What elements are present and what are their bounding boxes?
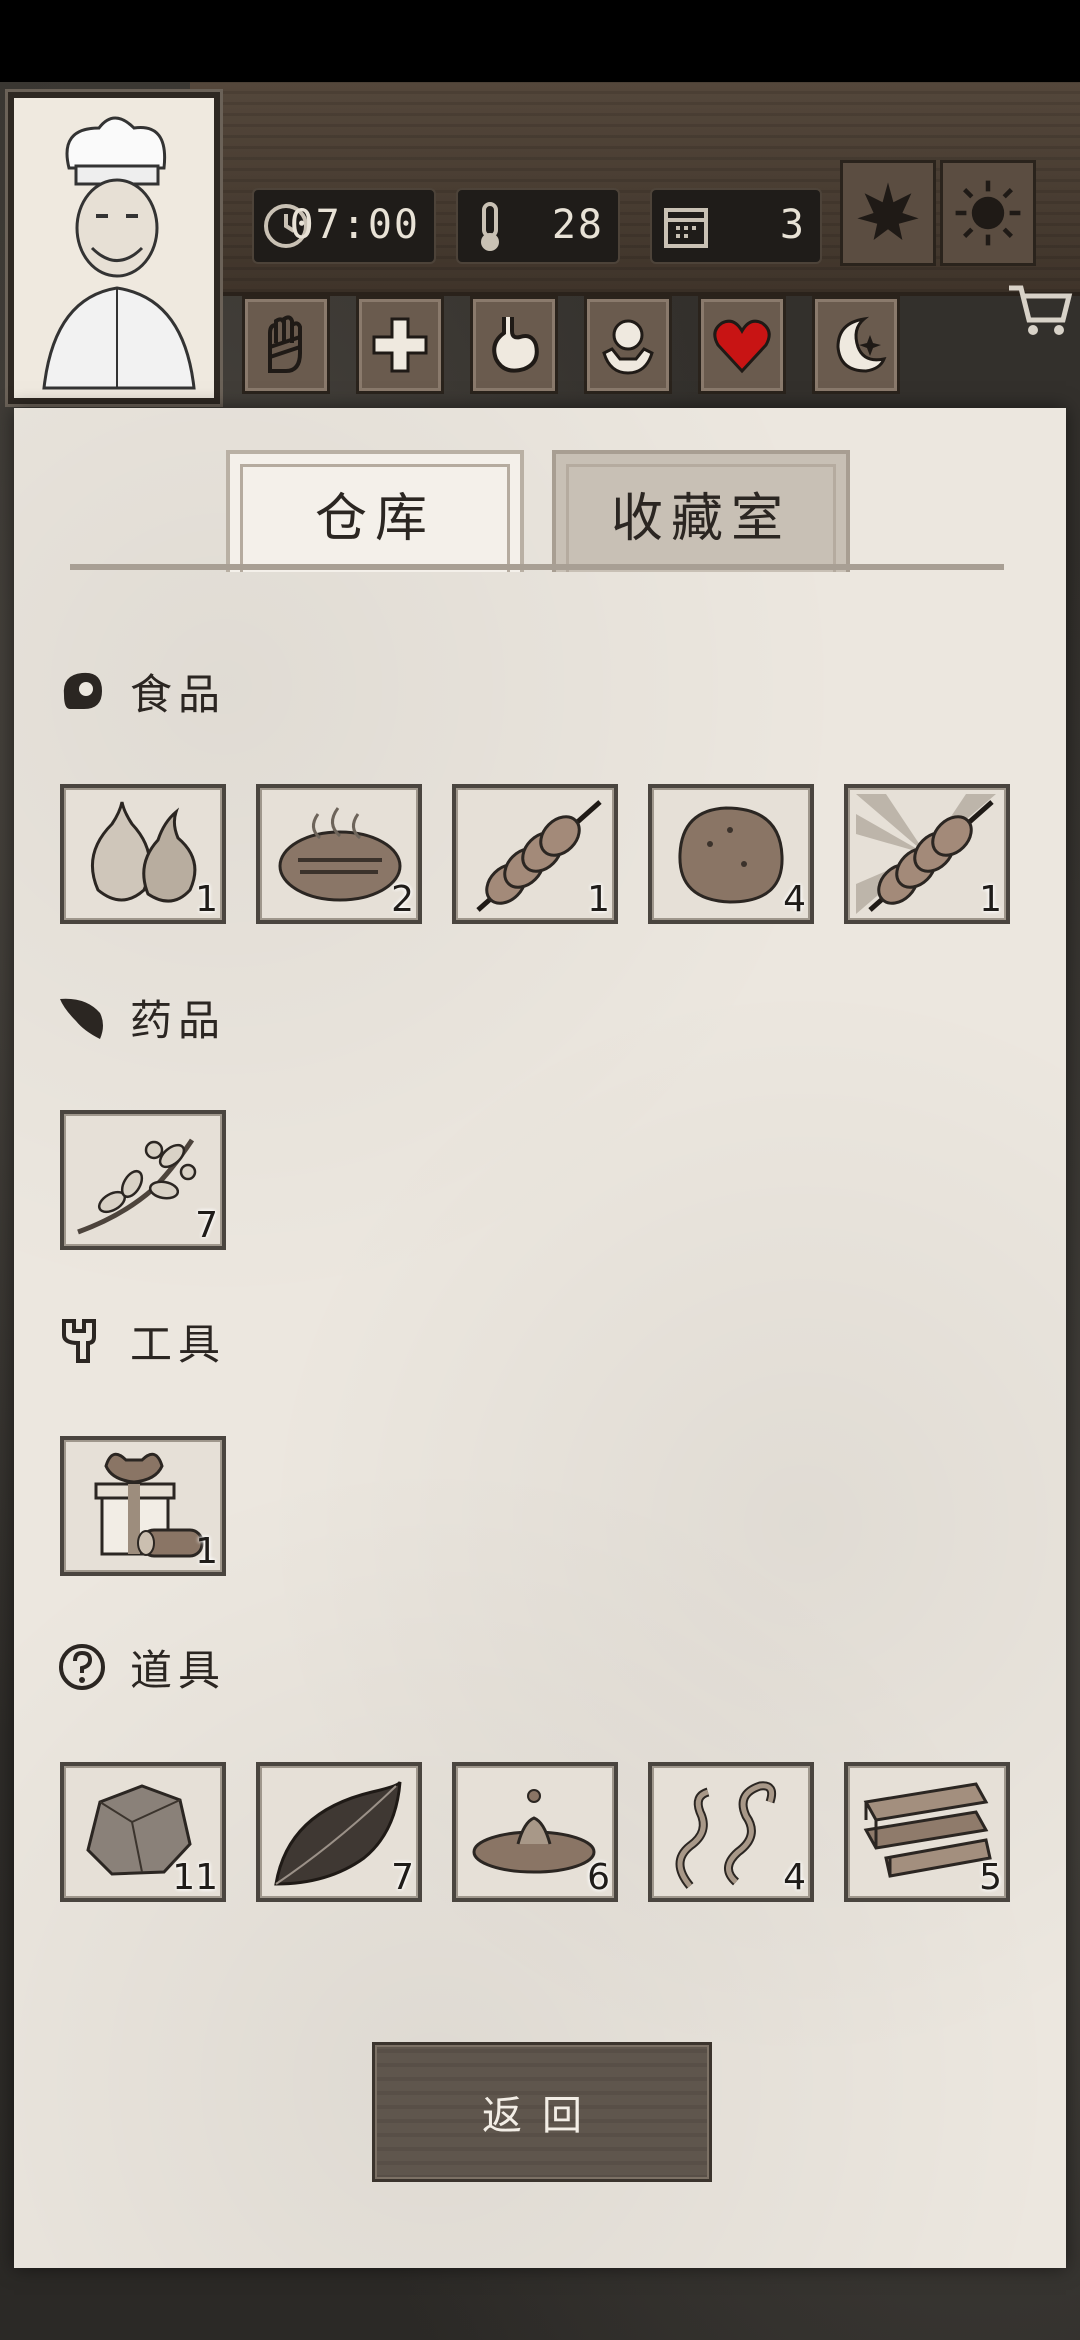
item-slot-herb[interactable]: 7	[60, 1110, 226, 1250]
item-count: 1	[979, 879, 1002, 920]
item-slot-skewer-special[interactable]: 1	[844, 784, 1010, 924]
section-medicine-header: 药品	[56, 982, 226, 1052]
meat-icon	[63, 672, 102, 709]
skewer-icon	[476, 800, 602, 912]
head-in-hand-icon	[602, 319, 654, 375]
day-display: 3	[650, 188, 822, 264]
back-button-label: 返回	[482, 2093, 602, 2139]
tab-collection[interactable]: 收藏室	[552, 450, 850, 572]
water-puddle-icon	[472, 1789, 596, 1874]
item-count: 2	[391, 879, 414, 920]
time-value: 07:00	[289, 202, 420, 248]
section-food-header: 食品	[56, 656, 226, 726]
item-slot-leaf[interactable]: 7	[256, 1762, 422, 1902]
status-health[interactable]	[356, 296, 444, 394]
system-status-bar	[0, 0, 1080, 82]
back-button[interactable]: 返回	[372, 2042, 712, 2182]
item-count: 5	[979, 1857, 1002, 1898]
heart-icon	[713, 319, 771, 374]
potato-icon	[678, 806, 784, 904]
item-count: 4	[783, 879, 806, 920]
item-slot-steak[interactable]: 2	[256, 784, 422, 924]
section-props-label: 道具	[130, 1645, 227, 1695]
onion-icon	[90, 801, 197, 903]
thermometer-icon	[481, 202, 499, 251]
maple-leaf-icon	[857, 182, 919, 240]
worms-icon	[675, 1781, 777, 1889]
section-tools-header: 工具	[56, 1306, 226, 1376]
tab-divider	[70, 564, 1004, 570]
temperature-display: 28	[456, 188, 620, 264]
item-slot-gift-box[interactable]: 1	[60, 1436, 226, 1576]
item-count: 1	[195, 1531, 218, 1572]
chef-portrait-icon	[42, 116, 196, 390]
question-circle-icon	[59, 1644, 105, 1690]
skewer-highlighted-icon	[856, 794, 996, 914]
herb-leaf-icon	[60, 998, 103, 1039]
section-food-label: 食品	[130, 669, 227, 719]
character-portrait[interactable]	[8, 92, 220, 404]
bandaged-hand-icon	[268, 315, 302, 373]
item-slot-water[interactable]: 6	[452, 1762, 618, 1902]
tab-frame	[566, 464, 836, 572]
calendar-icon	[664, 208, 708, 248]
gift-box-log-icon	[94, 1452, 204, 1558]
status-stomach[interactable]	[470, 296, 558, 394]
item-count: 1	[587, 879, 610, 920]
section-tools-label: 工具	[130, 1319, 227, 1369]
temperature-value: 28	[551, 202, 604, 248]
item-count: 6	[587, 1857, 610, 1898]
item-count: 7	[391, 1857, 414, 1898]
wrench-icon	[62, 1319, 96, 1363]
item-slot-stone[interactable]: 11	[60, 1762, 226, 1902]
item-count: 4	[783, 1857, 806, 1898]
day-value: 3	[779, 202, 806, 248]
item-count: 1	[195, 879, 218, 920]
status-bandage[interactable]	[242, 296, 330, 394]
weather-indicator[interactable]	[940, 160, 1036, 266]
grilled-steak-icon	[278, 807, 402, 902]
moon-star-icon	[836, 316, 887, 373]
time-display: 07:00	[252, 188, 436, 264]
status-sleep[interactable]	[812, 296, 900, 394]
item-slot-worms[interactable]: 4	[648, 1762, 814, 1902]
medical-cross-icon	[372, 317, 428, 373]
stomach-icon	[492, 317, 539, 373]
shopping-cart-icon[interactable]	[1005, 280, 1075, 340]
season-indicator[interactable]	[840, 160, 936, 266]
section-medicine-label: 药品	[130, 995, 227, 1045]
item-slot-onion[interactable]: 1	[60, 784, 226, 924]
leaf-icon	[274, 1781, 402, 1886]
status-heart[interactable]	[698, 296, 786, 394]
item-count: 7	[195, 1205, 218, 1246]
sun-icon	[955, 180, 1021, 246]
section-props-header: 道具	[56, 1632, 226, 1702]
tab-frame	[240, 464, 510, 572]
herb-branch-icon	[77, 1138, 197, 1235]
status-mental[interactable]	[584, 296, 672, 394]
item-slot-skewer[interactable]: 1	[452, 784, 618, 924]
item-slot-potato[interactable]: 4	[648, 784, 814, 924]
item-count: 11	[172, 1857, 218, 1898]
wood-planks-icon	[863, 1782, 992, 1878]
item-slot-wood[interactable]: 5	[844, 1762, 1010, 1902]
tab-warehouse[interactable]: 仓库	[226, 450, 524, 572]
